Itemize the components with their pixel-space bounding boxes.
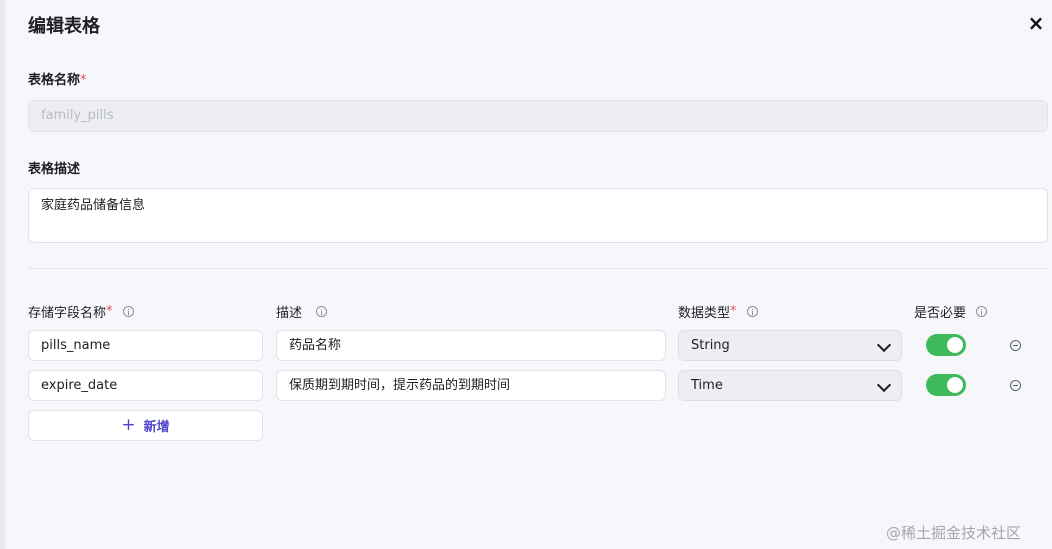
plus-icon: + [121,415,136,435]
data-type-select[interactable]: Time [678,370,902,401]
add-field-label: 新增 [143,420,170,435]
toggle-knob [947,377,963,393]
required-mark: * [730,304,737,319]
field-description-input[interactable]: 药品名称 [276,330,666,361]
chevron-down-icon [876,337,892,353]
remove-row-icon[interactable] [1010,380,1021,391]
required-mark: * [80,73,87,88]
header-field-name-label: 存储字段名称 [28,306,107,321]
required-toggle[interactable] [926,334,966,356]
header-required-label: 是否必要 [914,306,967,321]
field-description-input[interactable]: 保质期到期时间，提示药品的到期时间 [276,370,666,401]
table-description-label: 表格描述 [28,162,81,177]
table-description-input[interactable]: 家庭药品储备信息 [28,188,1048,243]
info-icon[interactable] [316,306,328,317]
header-field-name: 存储字段名称 * [28,302,134,321]
info-icon[interactable] [976,306,988,317]
toggle-knob [947,337,963,353]
divider [28,268,1048,269]
table-name-input[interactable]: family_pills [28,100,1048,132]
chevron-down-icon [876,377,892,393]
left-edge [0,0,5,549]
table-name-label-text: 表格名称 [28,73,81,88]
add-field-button[interactable]: + 新增 [28,410,263,441]
close-icon[interactable]: × [1026,11,1046,35]
data-type-select[interactable]: String [678,330,902,361]
remove-row-icon[interactable] [1010,340,1021,351]
watermark: @稀土掘金技术社区 [886,524,1022,542]
required-toggle[interactable] [926,374,966,396]
field-name-input[interactable]: expire_date [28,370,263,401]
info-icon[interactable] [746,306,758,317]
info-icon[interactable] [122,306,134,317]
data-type-value: String [691,338,730,353]
table-name-label: 表格名称* [28,69,87,88]
header-description: 描述 [276,302,328,321]
header-required: 是否必要 [914,302,988,321]
dialog-title: 编辑表格 [28,16,100,37]
field-name-input[interactable]: pills_name [28,330,263,361]
header-data-type-label: 数据类型 [678,306,731,321]
required-mark: * [106,304,113,319]
header-data-type: 数据类型 * [678,302,758,321]
header-description-label: 描述 [276,306,303,321]
data-type-value: Time [691,378,723,393]
